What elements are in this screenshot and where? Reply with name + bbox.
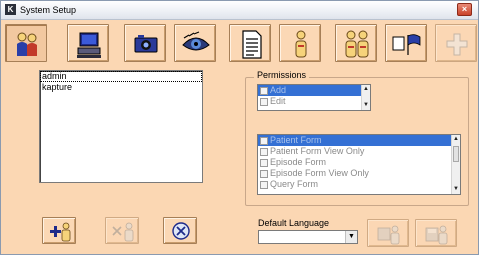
eye-icon bbox=[182, 31, 210, 51]
camera-tab-button[interactable] bbox=[124, 24, 166, 62]
computer-tab-button[interactable] bbox=[67, 24, 109, 62]
copy-user-button[interactable] bbox=[367, 219, 409, 247]
user-group-icon bbox=[345, 30, 369, 58]
users-tab-button[interactable] bbox=[5, 24, 47, 62]
query-form-checkbox[interactable] bbox=[260, 180, 268, 189]
permission-item-patient-form-view-only[interactable]: Patient Form View Only bbox=[258, 146, 460, 157]
document-tab-button[interactable] bbox=[229, 24, 271, 62]
edit-checkbox[interactable] bbox=[260, 97, 268, 106]
episode-form-view-only-checkbox[interactable] bbox=[260, 169, 268, 178]
title-bar: K System Setup × bbox=[1, 1, 478, 20]
default-language-select[interactable]: ▼ bbox=[258, 230, 358, 244]
add-cross-tab-button[interactable] bbox=[435, 24, 477, 62]
users-listbox[interactable]: admin kapture bbox=[39, 70, 203, 183]
user-group-tab-button[interactable] bbox=[335, 24, 377, 62]
patient-form-checkbox[interactable] bbox=[260, 136, 268, 145]
system-setup-window: K System Setup × admin kapture Permissio… bbox=[0, 0, 479, 255]
forms-list-scrollbar[interactable]: ▲ ▼ bbox=[451, 135, 460, 194]
permission-item-patient-form[interactable]: Patient Form bbox=[258, 135, 460, 146]
add-cross-icon bbox=[446, 33, 468, 56]
eye-tab-button[interactable] bbox=[174, 24, 216, 62]
camera-icon bbox=[134, 35, 158, 53]
patient-form-view-only-checkbox[interactable] bbox=[260, 147, 268, 156]
permission-item-episode-form-view-only[interactable]: Episode Form View Only bbox=[258, 168, 460, 179]
chevron-down-icon[interactable]: ▼ bbox=[345, 231, 357, 243]
person-icon bbox=[295, 30, 307, 58]
delete-user-button[interactable] bbox=[163, 217, 197, 244]
users-icon bbox=[14, 32, 40, 58]
person-tab-button[interactable] bbox=[279, 24, 321, 62]
permission-item-query-form[interactable]: Query Form bbox=[258, 179, 460, 190]
scroll-up-icon[interactable]: ▲ bbox=[452, 135, 460, 144]
scroll-down-icon[interactable]: ▼ bbox=[362, 101, 370, 110]
computer-icon bbox=[77, 32, 101, 58]
permissions-title: Permissions bbox=[254, 70, 310, 80]
document-icon bbox=[242, 30, 262, 59]
permission-item-add[interactable]: Add bbox=[258, 85, 370, 96]
scroll-thumb[interactable] bbox=[453, 146, 459, 162]
default-language-label: Default Language bbox=[258, 218, 330, 228]
form-permissions-listbox[interactable]: Patient Form Patient Form View Only Epis… bbox=[257, 134, 461, 195]
window-title: System Setup bbox=[20, 5, 77, 15]
add-user-button[interactable] bbox=[42, 217, 76, 244]
episode-form-checkbox[interactable] bbox=[260, 158, 268, 167]
permission-item-episode-form[interactable]: Episode Form bbox=[258, 157, 460, 168]
access-permissions-listbox[interactable]: Add Edit ▲ ▼ bbox=[257, 84, 371, 111]
add-checkbox[interactable] bbox=[260, 86, 268, 95]
close-button[interactable]: × bbox=[457, 3, 472, 16]
access-list-scrollbar[interactable]: ▲ ▼ bbox=[361, 85, 370, 110]
add-user-icon bbox=[50, 222, 71, 242]
save-user-button[interactable] bbox=[415, 219, 457, 247]
copy-user-icon bbox=[377, 225, 400, 245]
user-row-kapture[interactable]: kapture bbox=[40, 82, 202, 93]
edit-user-icon bbox=[112, 222, 134, 242]
flags-tab-button[interactable] bbox=[385, 24, 427, 62]
delete-user-icon bbox=[172, 222, 190, 240]
save-user-icon bbox=[425, 225, 448, 245]
scroll-down-icon[interactable]: ▼ bbox=[452, 185, 460, 194]
scroll-up-icon[interactable]: ▲ bbox=[362, 85, 370, 94]
remove-user-button[interactable] bbox=[105, 217, 139, 244]
app-logo-icon: K bbox=[5, 4, 16, 15]
user-row-admin[interactable]: admin bbox=[40, 71, 202, 82]
permission-item-edit[interactable]: Edit bbox=[258, 96, 370, 107]
flags-icon bbox=[392, 34, 421, 55]
